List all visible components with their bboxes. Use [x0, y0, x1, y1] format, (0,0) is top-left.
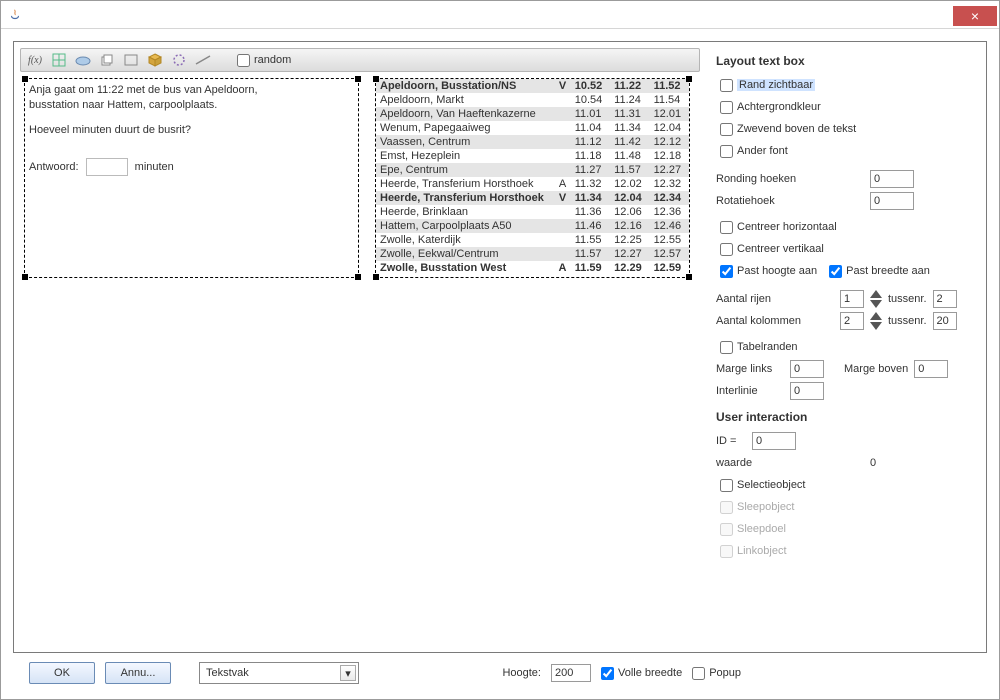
- selectieobject-checkbox[interactable]: Selectieobject: [720, 479, 806, 492]
- marge-boven-input[interactable]: [914, 360, 948, 378]
- canvas-column: f(x) random: [20, 48, 700, 646]
- id-input[interactable]: [752, 432, 796, 450]
- past-breedte-checkbox[interactable]: Past breedte aan: [829, 265, 930, 278]
- question-line1: Anja gaat om 11:22 met de bus van Apeldo…: [29, 83, 354, 98]
- question-line2: busstation naar Hattem, carpoolplaats.: [29, 98, 354, 113]
- aantal-rijen-label: Aantal rijen: [716, 293, 834, 305]
- id-label: ID =: [716, 435, 746, 447]
- rotatie-input[interactable]: [870, 192, 914, 210]
- table-row: Apeldoorn, Van Haeftenkazerne11.0111.311…: [376, 107, 689, 121]
- textbox-question[interactable]: Anja gaat om 11:22 met de bus van Apeldo…: [24, 78, 359, 278]
- past-hoogte-checkbox[interactable]: Past hoogte aan: [720, 265, 817, 278]
- toolbar: f(x) random: [20, 48, 700, 72]
- interlinie-input[interactable]: [790, 382, 824, 400]
- popup-checkbox[interactable]: Popup: [692, 667, 741, 680]
- answer-unit: minuten: [135, 161, 174, 173]
- ok-button[interactable]: OK: [29, 662, 95, 684]
- answer-label: Antwoord:: [29, 161, 79, 173]
- marge-links-input[interactable]: [790, 360, 824, 378]
- rotatie-label: Rotatiehoek: [716, 195, 864, 207]
- user-interaction-title: User interaction: [716, 410, 978, 424]
- sleepobject-checkbox: Sleepobject: [720, 501, 795, 514]
- textbox-schedule[interactable]: Apeldoorn, Busstation/NSV10.5211.2211.52…: [375, 78, 690, 278]
- hoogte-label: Hoogte:: [502, 667, 541, 679]
- linkobject-checkbox: Linkobject: [720, 545, 787, 558]
- tussenr1-label: tussenr.: [888, 293, 927, 305]
- random-label: random: [254, 54, 291, 66]
- titlebar: ×: [1, 1, 999, 29]
- table-row: Wenum, Papegaaiweg11.0411.3412.04: [376, 121, 689, 135]
- dialog-window: × f(x) random: [0, 0, 1000, 700]
- grid-icon[interactable]: [51, 52, 67, 68]
- aantal-rijen-input[interactable]: [840, 290, 864, 308]
- close-icon: ×: [971, 9, 979, 23]
- table-row: Zwolle, Busstation WestA11.5912.2912.59: [376, 261, 689, 275]
- centreer-h-checkbox[interactable]: Centreer horizontaal: [720, 221, 837, 234]
- main-panel: f(x) random: [13, 41, 987, 653]
- marge-boven-label: Marge boven: [844, 363, 908, 375]
- table-row: Zwolle, Katerdijk11.5512.2512.55: [376, 233, 689, 247]
- cloud-icon[interactable]: [75, 52, 91, 68]
- table-row: Emst, Hezeplein11.1811.4812.18: [376, 149, 689, 163]
- rect-icon[interactable]: [123, 52, 139, 68]
- table-row: Heerde, Brinklaan11.3612.0612.36: [376, 205, 689, 219]
- tussenr2-label: tussenr.: [888, 315, 927, 327]
- cube-icon[interactable]: [147, 52, 163, 68]
- aantal-kol-label: Aantal kolommen: [716, 315, 834, 327]
- tussenr1-input[interactable]: [933, 290, 957, 308]
- table-row: Heerde, Transferium HorsthoekV11.3412.04…: [376, 191, 689, 205]
- rand-zichtbaar-checkbox[interactable]: Rand zichtbaar: [720, 79, 815, 92]
- schedule-table: Apeldoorn, Busstation/NSV10.5211.2211.52…: [376, 79, 689, 275]
- table-row: Epe, Centrum11.2711.5712.27: [376, 163, 689, 177]
- waarde-label: waarde: [716, 457, 864, 469]
- table-row: Zwolle, Eekwal/Centrum11.5712.2712.57: [376, 247, 689, 261]
- answer-row: Antwoord: minuten: [29, 158, 354, 176]
- question-text: Hoeveel minuten duurt de busrit?: [29, 123, 354, 138]
- footer: OK Annu... Tekstvak ▾ Hoogte: Volle bree…: [13, 653, 987, 693]
- side-panel: Layout text box Rand zichtbaar Achtergro…: [708, 48, 980, 646]
- ronding-input[interactable]: [870, 170, 914, 188]
- kol-spinner[interactable]: [870, 312, 882, 330]
- line-icon[interactable]: [195, 52, 211, 68]
- java-icon: [7, 7, 23, 23]
- zwevend-checkbox[interactable]: Zwevend boven de tekst: [720, 123, 856, 136]
- layers-icon[interactable]: [99, 52, 115, 68]
- table-row: Heerde, Transferium HorsthoekA11.3212.02…: [376, 177, 689, 191]
- combo-value: Tekstvak: [206, 667, 249, 679]
- content-area: f(x) random: [1, 29, 999, 699]
- waarde-value: 0: [870, 457, 876, 469]
- hoogte-input[interactable]: [551, 664, 591, 682]
- tabelranden-checkbox[interactable]: Tabelranden: [720, 341, 798, 354]
- close-button[interactable]: ×: [953, 6, 997, 26]
- aantal-kol-input[interactable]: [840, 312, 864, 330]
- marge-links-label: Marge links: [716, 363, 784, 375]
- rijen-spinner[interactable]: [870, 290, 882, 308]
- centreer-v-checkbox[interactable]: Centreer vertikaal: [720, 243, 824, 256]
- volle-breedte-checkbox[interactable]: Volle breedte: [601, 667, 682, 680]
- table-row: Vaassen, Centrum11.1211.4212.12: [376, 135, 689, 149]
- random-checkbox[interactable]: random: [237, 54, 291, 67]
- ring-icon[interactable]: [171, 52, 187, 68]
- interlinie-label: Interlinie: [716, 385, 784, 397]
- tussenr2-input[interactable]: [933, 312, 957, 330]
- cancel-button[interactable]: Annu...: [105, 662, 171, 684]
- chevron-down-icon: ▾: [340, 665, 356, 681]
- table-row: Hattem, Carpoolplaats A5011.4612.1612.46: [376, 219, 689, 233]
- fx-icon[interactable]: f(x): [27, 52, 43, 68]
- type-combo[interactable]: Tekstvak ▾: [199, 662, 359, 684]
- answer-input[interactable]: [86, 158, 128, 176]
- ander-font-checkbox[interactable]: Ander font: [720, 145, 788, 158]
- achtergrondkleur-checkbox[interactable]: Achtergrondkleur: [720, 101, 821, 114]
- sleepdoel-checkbox: Sleepdoel: [720, 523, 786, 536]
- layout-title: Layout text box: [716, 54, 978, 68]
- canvas[interactable]: Anja gaat om 11:22 met de bus van Apeldo…: [20, 74, 700, 646]
- table-row: Apeldoorn, Busstation/NSV10.5211.2211.52: [376, 79, 689, 93]
- ronding-label: Ronding hoeken: [716, 173, 864, 185]
- table-row: Apeldoorn, Markt10.5411.2411.54: [376, 93, 689, 107]
